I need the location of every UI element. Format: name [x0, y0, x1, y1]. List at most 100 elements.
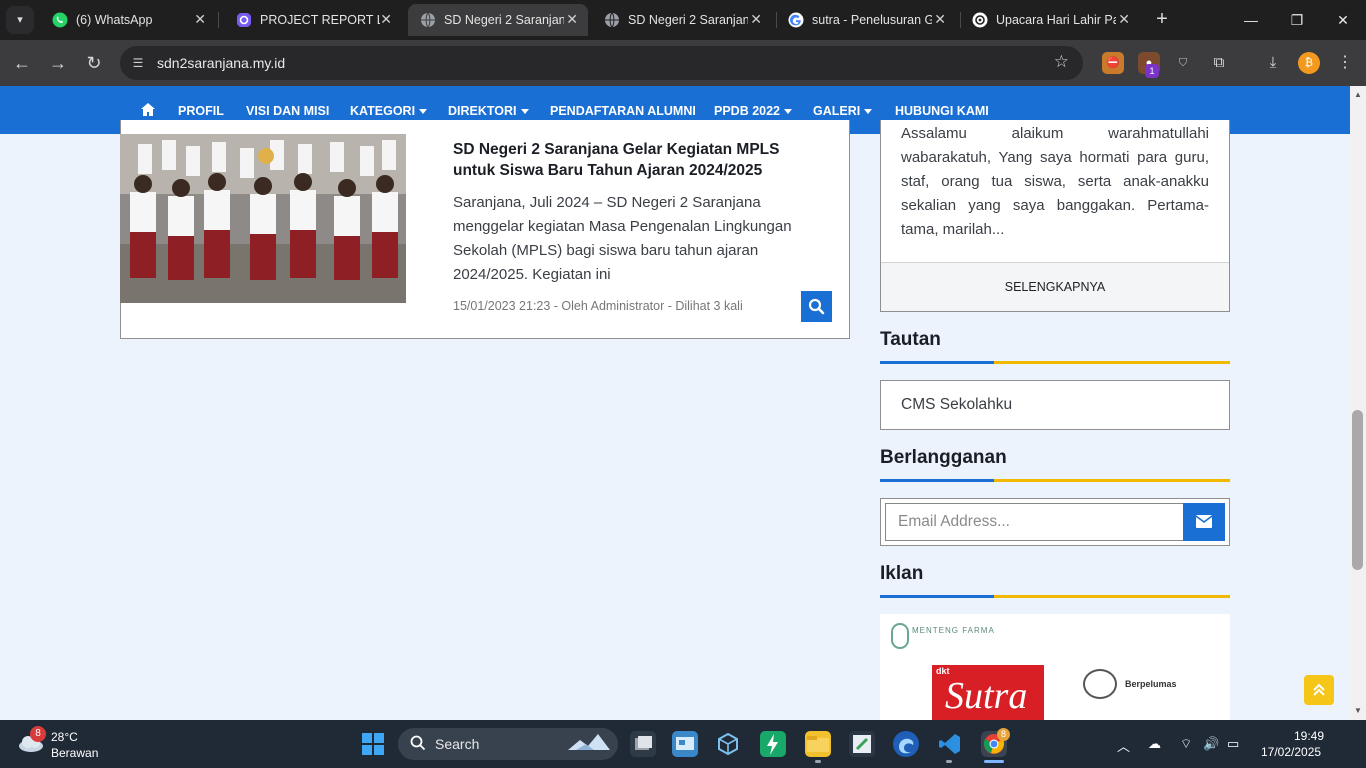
double-chevron-up-icon: [1313, 683, 1325, 696]
ad-brand-name: MENTENG FARMA: [912, 626, 995, 635]
snipping-tool-icon[interactable]: [849, 731, 875, 757]
weather-temperature[interactable]: 28°C: [51, 730, 78, 744]
tab-title: SD Negeri 2 Saranjana: [628, 13, 748, 27]
subscribe-heading-underline: [880, 479, 1230, 482]
tab-google-search[interactable]: sutra - Penelusuran G ✕: [776, 4, 956, 36]
site-info-icon[interactable]: ☰: [130, 55, 146, 71]
tab-sd-negeri-active[interactable]: SD Negeri 2 Saranjana ✕: [408, 4, 588, 36]
volume-icon[interactable]: 🔊: [1203, 736, 1219, 752]
minimize-window-button[interactable]: —: [1228, 0, 1274, 40]
link-cms-sekolahku[interactable]: CMS Sekolahku: [901, 396, 1012, 414]
weather-condition[interactable]: Berawan: [51, 746, 98, 760]
ad-product-name: Sutra: [945, 675, 1028, 717]
close-tab-icon[interactable]: ✕: [194, 11, 206, 28]
tab-title: SD Negeri 2 Saranjana: [444, 13, 564, 27]
restore-window-button[interactable]: ❐: [1274, 0, 1320, 40]
nav-galeri[interactable]: GALERI: [813, 104, 873, 118]
clock-time[interactable]: 19:49: [1294, 729, 1324, 743]
task-view-icon[interactable]: [630, 731, 656, 757]
nav-hubungi-kami[interactable]: HUBUNGI KAMI: [895, 104, 989, 118]
tab-title: (6) WhatsApp: [76, 13, 153, 27]
article-excerpt: Saranjana, Juli 2024 – SD Negeri 2 Saran…: [453, 194, 792, 283]
students-photo: [120, 134, 406, 303]
back-button[interactable]: ←: [8, 49, 36, 77]
nav-direktori[interactable]: DIREKTORI: [448, 104, 529, 118]
extensions-puzzle-icon[interactable]: ⧉: [1208, 52, 1230, 74]
scroll-up-arrow-icon[interactable]: ▲: [1350, 88, 1366, 102]
principal-welcome-text: Assalamu alaikum warahmatullahi wabaraka…: [901, 125, 1209, 238]
taskbar-search-label: Search: [435, 736, 480, 752]
wifi-icon[interactable]: ⌔: [1180, 736, 1192, 752]
tab-title: sutra - Penelusuran G: [812, 13, 932, 27]
browser-toolbar: ← → ↻ ☰ sdn2saranjana.my.id ☆ ⛔ ● ⛉ ⧉ ⤓ …: [0, 40, 1366, 86]
back-to-top-button[interactable]: [1304, 675, 1334, 705]
article-meta: 15/01/2023 21:23 - Oleh Administrator - …: [453, 299, 743, 313]
close-tab-icon[interactable]: ✕: [380, 11, 392, 28]
openai-icon: [972, 12, 988, 28]
extension-adblock-icon[interactable]: ⛔: [1102, 52, 1124, 74]
battery-icon[interactable]: ▭: [1227, 736, 1239, 752]
tab-upacara[interactable]: Upacara Hari Lahir Pa ✕: [960, 4, 1140, 36]
scroll-down-arrow-icon[interactable]: ▼: [1350, 704, 1366, 718]
tab-title: Upacara Hari Lahir Pa: [996, 13, 1116, 27]
tab-sd-negeri[interactable]: SD Negeri 2 Saranjana ✕: [592, 4, 772, 36]
virtualbox-icon[interactable]: [715, 731, 741, 757]
close-tab-icon[interactable]: ✕: [566, 11, 578, 28]
bookmark-star-icon[interactable]: ☆: [1054, 52, 1069, 72]
ad-feature-text: Berpelumas: [1125, 679, 1177, 689]
chrome-notification-badge: 8: [997, 728, 1010, 741]
chevron-down-icon: [419, 109, 428, 115]
forward-button[interactable]: →: [44, 49, 72, 77]
menteng-farma-logo: [891, 623, 909, 649]
envelope-icon: [1195, 515, 1213, 528]
globe-icon: [605, 12, 619, 28]
extension-badge: 1: [1145, 64, 1159, 78]
chevron-down-icon: [864, 109, 873, 115]
tab-whatsapp[interactable]: (6) WhatsApp ✕: [40, 4, 216, 36]
app-running-indicator: [946, 760, 952, 763]
article-thumbnail[interactable]: [120, 134, 406, 303]
nav-visi-misi[interactable]: VISI DAN MISI: [246, 104, 329, 118]
downloads-icon[interactable]: ⤓: [1262, 52, 1284, 74]
tab-project-report[interactable]: PROJECT REPORT LEA ✕: [224, 4, 402, 36]
new-tab-button[interactable]: +: [1150, 6, 1174, 34]
home-icon[interactable]: [141, 103, 155, 116]
article-title[interactable]: SD Negeri 2 Saranjana Gelar Kegiatan MPL…: [453, 139, 813, 181]
clock-date[interactable]: 17/02/2025: [1261, 745, 1321, 759]
onedrive-sync-icon[interactable]: ☁: [1148, 736, 1161, 752]
read-more-button[interactable]: SELENGKAPNYA: [881, 262, 1229, 311]
browser-tab-strip: ▾ (6) WhatsApp ✕ PROJECT REPORT LEA ✕ SD…: [0, 0, 1366, 40]
nav-kategori[interactable]: KATEGORI: [350, 104, 428, 118]
close-tab-icon[interactable]: ✕: [750, 11, 762, 28]
address-bar[interactable]: ☰ sdn2saranjana.my.id ☆: [120, 46, 1083, 80]
tray-overflow-chevron-icon[interactable]: ︿: [1117, 736, 1130, 755]
links-heading-underline: [880, 361, 1230, 364]
vscode-icon[interactable]: [937, 731, 963, 757]
control-panel-icon[interactable]: [672, 731, 698, 757]
app-running-indicator: [815, 760, 821, 763]
browser-menu-icon[interactable]: ⋮: [1334, 52, 1356, 74]
windows-start-icon[interactable]: [361, 732, 385, 756]
subscribe-button[interactable]: [1183, 503, 1225, 541]
email-field[interactable]: [885, 503, 1184, 541]
nav-ppdb[interactable]: PPDB 2022: [714, 104, 793, 118]
close-window-button[interactable]: ✕: [1320, 0, 1366, 40]
file-explorer-icon[interactable]: [805, 731, 831, 757]
scrollbar-thumb[interactable]: [1352, 410, 1363, 570]
reload-button[interactable]: ↻: [80, 49, 108, 77]
edge-browser-icon[interactable]: [893, 731, 919, 757]
nav-profil[interactable]: PROFIL: [178, 104, 224, 118]
extension-shield-icon[interactable]: ⛉: [1172, 52, 1194, 74]
nav-pendaftaran-alumni[interactable]: PENDAFTARAN ALUMNI: [550, 104, 696, 118]
url-text[interactable]: sdn2saranjana.my.id: [157, 55, 285, 71]
bitcoin-extension-icon[interactable]: ₿: [1298, 52, 1320, 74]
subscribe-heading: Berlangganan: [880, 447, 1007, 468]
article-read-button[interactable]: [801, 291, 832, 322]
page-scrollbar[interactable]: [1350, 86, 1366, 720]
tab-search-button[interactable]: ▾: [6, 6, 34, 34]
weather-alert-badge: 8: [30, 726, 46, 742]
close-tab-icon[interactable]: ✕: [934, 11, 946, 28]
power-automate-icon[interactable]: [760, 731, 786, 757]
search-icon: [410, 735, 426, 751]
close-tab-icon[interactable]: ✕: [1118, 11, 1130, 28]
